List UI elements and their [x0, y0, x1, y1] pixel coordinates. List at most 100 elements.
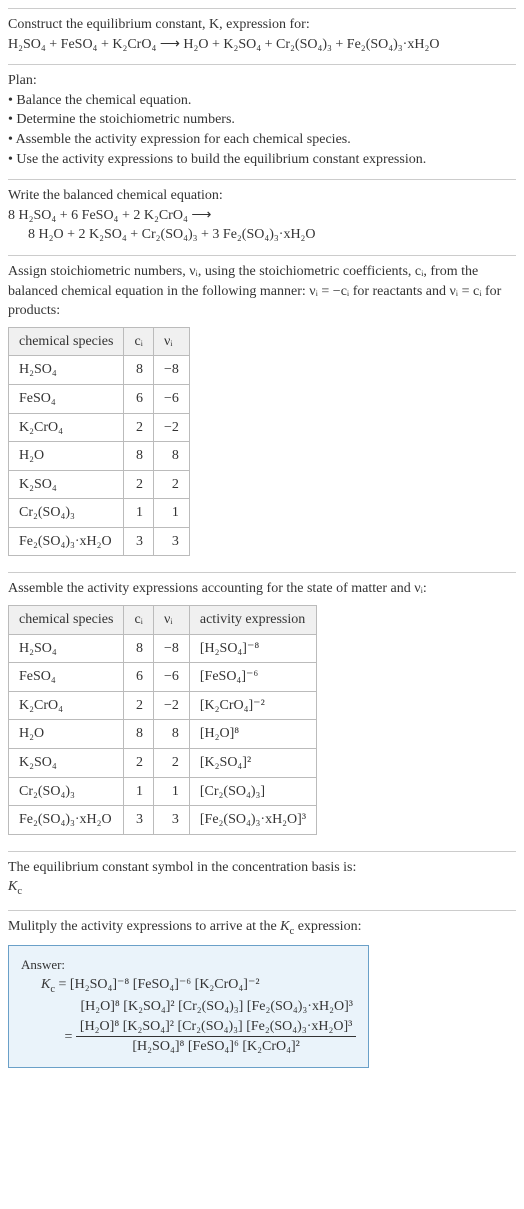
table-row: H₂SO₄8−8 [9, 356, 190, 385]
activity-section: Assemble the activity expressions accoun… [8, 572, 516, 850]
symbol-kc: Kc [8, 877, 516, 899]
plan-item: • Balance the chemical equation. [8, 91, 516, 111]
col-vi: νᵢ [153, 327, 189, 356]
answer-frac-den: [H₂SO₄]⁸ [FeSO₄]⁶ [K₂CrO₄]² [76, 1036, 356, 1057]
cell-expr: [Fe₂(SO₄)₃·xH₂O]³ [189, 806, 316, 835]
table-row: Fe₂(SO₄)₃·xH₂O33 [9, 527, 190, 556]
table-row: K₂SO₄22[K₂SO₄]² [9, 749, 317, 778]
table-row: K₂CrO₄2−2[K₂CrO₄]⁻² [9, 691, 317, 720]
cell-species: Fe₂(SO₄)₃·xH₂O [9, 527, 124, 556]
balanced-section: Write the balanced chemical equation: 8 … [8, 179, 516, 255]
cell-vi: −2 [153, 413, 189, 442]
table-row: Cr₂(SO₄)₃11 [9, 499, 190, 528]
table-row: Cr₂(SO₄)₃11[Cr₂(SO₄)₃] [9, 777, 317, 806]
assign-section: Assign stoichiometric numbers, νᵢ, using… [8, 255, 516, 573]
plan-item: • Assemble the activity expression for e… [8, 130, 516, 150]
table-header-row: chemical species cᵢ νᵢ activity expressi… [9, 606, 317, 635]
col-species: chemical species [9, 327, 124, 356]
col-ci: cᵢ [124, 327, 154, 356]
table-row: H₂SO₄8−8[H₂SO₄]⁻⁸ [9, 634, 317, 663]
cell-vi: 3 [153, 527, 189, 556]
cell-ci: 8 [124, 634, 154, 663]
cell-ci: 8 [124, 356, 154, 385]
cell-ci: 6 [124, 663, 154, 692]
cell-ci: 1 [124, 499, 154, 528]
table-row: K₂CrO₄2−2 [9, 413, 190, 442]
balanced-heading: Write the balanced chemical equation: [8, 186, 516, 206]
answer-eq: = [65, 1029, 76, 1044]
cell-species: H₂SO₄ [9, 356, 124, 385]
multiply-line1: Mulitply the activity expressions to arr… [8, 917, 516, 939]
balanced-line1: 8 H₂SO₄ + 6 FeSO₄ + 2 K₂CrO₄ ⟶ [8, 206, 516, 226]
plan-item: • Determine the stoichiometric numbers. [8, 110, 516, 130]
cell-expr: [H₂SO₄]⁻⁸ [189, 634, 316, 663]
intro-section: Construct the equilibrium constant, K, e… [8, 8, 516, 64]
cell-expr: [K₂CrO₄]⁻² [189, 691, 316, 720]
cell-species: Cr₂(SO₄)₃ [9, 777, 124, 806]
cell-vi: −8 [153, 634, 189, 663]
intro-line1: Construct the equilibrium constant, K, e… [8, 15, 516, 35]
cell-vi: 2 [153, 749, 189, 778]
cell-vi: −6 [153, 384, 189, 413]
cell-ci: 3 [124, 806, 154, 835]
answer-fraction: [H₂O]⁸ [K₂SO₄]² [Cr₂(SO₄)₃] [Fe₂(SO₄)₃·x… [76, 1017, 356, 1057]
col-expr: activity expression [189, 606, 316, 635]
intro-equation: H₂SO₄ + FeSO₄ + K₂CrO₄ ⟶ H₂O + K₂SO₄ + C… [8, 35, 516, 55]
answer-part2: [H₂O]⁸ [K₂SO₄]² [Cr₂(SO₄)₃] [Fe₂(SO₄)₃·x… [81, 999, 353, 1014]
cell-species: FeSO₄ [9, 663, 124, 692]
table-row: FeSO₄6−6 [9, 384, 190, 413]
cell-species: Fe₂(SO₄)₃·xH₂O [9, 806, 124, 835]
balanced-line2: 8 H₂O + 2 K₂SO₄ + Cr₂(SO₄)₃ + 3 Fe₂(SO₄)… [8, 225, 516, 245]
symbol-line1: The equilibrium constant symbol in the c… [8, 858, 516, 878]
cell-ci: 8 [124, 442, 154, 471]
cell-vi: −2 [153, 691, 189, 720]
cell-species: K₂CrO₄ [9, 691, 124, 720]
answer-label: Answer: [21, 956, 356, 974]
plan-heading: Plan: [8, 71, 516, 91]
table-row: Fe₂(SO₄)₃·xH₂O33[Fe₂(SO₄)₃·xH₂O]³ [9, 806, 317, 835]
cell-ci: 2 [124, 470, 154, 499]
col-ci: cᵢ [124, 606, 154, 635]
multiply-section: Mulitply the activity expressions to arr… [8, 910, 516, 1078]
cell-vi: 1 [153, 777, 189, 806]
cell-vi: −6 [153, 663, 189, 692]
answer-body: Kc = [H₂SO₄]⁻⁸ [FeSO₄]⁻⁶ [K₂CrO₄]⁻² [H₂O… [21, 975, 356, 1057]
table-row: H₂O88 [9, 442, 190, 471]
answer-part1: [H₂SO₄]⁻⁸ [FeSO₄]⁻⁶ [K₂CrO₄]⁻² [70, 977, 260, 992]
cell-vi: −8 [153, 356, 189, 385]
cell-ci: 2 [124, 691, 154, 720]
cell-expr: [H₂O]⁸ [189, 720, 316, 749]
cell-vi: 8 [153, 442, 189, 471]
cell-vi: 2 [153, 470, 189, 499]
cell-ci: 2 [124, 749, 154, 778]
stoich-table: chemical species cᵢ νᵢ H₂SO₄8−8 FeSO₄6−6… [8, 327, 190, 557]
cell-ci: 2 [124, 413, 154, 442]
cell-ci: 8 [124, 720, 154, 749]
col-vi: νᵢ [153, 606, 189, 635]
activity-table: chemical species cᵢ νᵢ activity expressi… [8, 605, 317, 835]
answer-box: Answer: Kc = [H₂SO₄]⁻⁸ [FeSO₄]⁻⁶ [K₂CrO₄… [8, 945, 369, 1067]
cell-vi: 8 [153, 720, 189, 749]
cell-species: K₂SO₄ [9, 470, 124, 499]
cell-species: H₂SO₄ [9, 634, 124, 663]
cell-ci: 1 [124, 777, 154, 806]
cell-species: K₂SO₄ [9, 749, 124, 778]
cell-expr: [FeSO₄]⁻⁶ [189, 663, 316, 692]
cell-expr: [K₂SO₄]² [189, 749, 316, 778]
col-species: chemical species [9, 606, 124, 635]
cell-vi: 1 [153, 499, 189, 528]
cell-species: H₂O [9, 720, 124, 749]
answer-kc-prefix: Kc = [41, 977, 70, 992]
plan-section: Plan: • Balance the chemical equation. •… [8, 64, 516, 179]
activity-paragraph: Assemble the activity expressions accoun… [8, 579, 516, 599]
table-row: FeSO₄6−6[FeSO₄]⁻⁶ [9, 663, 317, 692]
cell-ci: 6 [124, 384, 154, 413]
cell-ci: 3 [124, 527, 154, 556]
table-header-row: chemical species cᵢ νᵢ [9, 327, 190, 356]
table-row: H₂O88[H₂O]⁸ [9, 720, 317, 749]
cell-expr: [Cr₂(SO₄)₃] [189, 777, 316, 806]
cell-species: K₂CrO₄ [9, 413, 124, 442]
answer-frac-num: [H₂O]⁸ [K₂SO₄]² [Cr₂(SO₄)₃] [Fe₂(SO₄)₃·x… [76, 1017, 356, 1037]
cell-species: Cr₂(SO₄)₃ [9, 499, 124, 528]
cell-species: H₂O [9, 442, 124, 471]
